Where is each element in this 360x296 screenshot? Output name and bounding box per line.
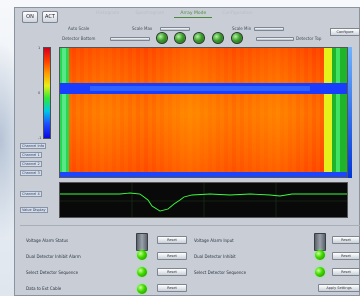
status-led-4 (315, 250, 325, 260)
status-row-label-7: Select Detector Sequence (194, 270, 247, 275)
on-button[interactable]: ON (22, 11, 38, 23)
status-led-5 (315, 267, 325, 277)
status-led-2 (137, 267, 147, 277)
tab-configuration[interactable]: Configuration (216, 10, 259, 18)
toggle-switch-2[interactable] (314, 233, 326, 251)
side-label-channel-2: Channel 2 (20, 161, 42, 167)
scale-max-slider[interactable] (160, 27, 190, 31)
colorbar-tick-mid: 0 (38, 91, 41, 95)
status-row-label-6: Dual Detector Inhibit (194, 254, 236, 259)
colorbar (43, 47, 51, 139)
reset-button-4[interactable]: Reset (157, 284, 187, 292)
tab-histogram[interactable]: Histogram (90, 10, 125, 18)
heatmap-side-bar (348, 47, 352, 178)
status-led-3 (137, 284, 147, 294)
heatmap (59, 47, 348, 178)
colorbar-tick-bottom: -1 (38, 136, 42, 140)
reset-button-3[interactable]: Reset (157, 268, 187, 276)
act-button[interactable]: ACT (42, 11, 58, 23)
side-label-channel-info: Channel Info (20, 143, 47, 149)
detector-bottom-label: Detector Bottom (62, 36, 96, 41)
tab-array-mode[interactable]: Array Mode (174, 10, 213, 18)
auto-scale-label: Auto Scale (68, 26, 90, 31)
side-label-channel-3: Channel 3 (20, 170, 42, 176)
status-row-label-3: Select Detector Sequence (26, 270, 79, 275)
status-row-label-1: Voltage Alarm Status (26, 238, 69, 243)
reset-button-5[interactable]: Reset (332, 236, 360, 244)
reset-button-7[interactable]: Reset (332, 268, 360, 276)
detector-bottom-slider[interactable] (110, 37, 150, 41)
signal-trace-plot (59, 182, 348, 218)
status-led-1 (137, 250, 147, 260)
status-row-label-4: Data to Ext Cable (26, 286, 62, 291)
green-knob-2[interactable] (175, 33, 185, 43)
reset-button-6[interactable]: Reset (332, 252, 360, 260)
status-row-label-5: Voltage Alarm Input (194, 238, 234, 243)
signal-trace-svg (60, 183, 347, 217)
scale-max-label: Scale Max (132, 26, 153, 31)
heatmap-svg (60, 48, 347, 177)
tab-spectrogram[interactable]: Spectrogram (129, 10, 170, 18)
side-label-channel-4: Channel 4 (20, 191, 42, 197)
status-row-label-2: Dual Detector Inhibit Alarm (26, 254, 81, 259)
toggle-switch-1[interactable] (136, 233, 148, 251)
detector-top-slider[interactable] (256, 37, 294, 41)
green-knob-5[interactable] (232, 33, 242, 43)
green-knob-1[interactable] (157, 33, 167, 43)
reset-button-2[interactable]: Reset (157, 252, 187, 260)
green-knob-4[interactable] (213, 33, 223, 43)
tab-bar: Histogram Spectrogram Array Mode Configu… (90, 10, 259, 18)
side-label-channel-1: Channel 1 (20, 152, 42, 158)
detector-top-label: Detector Top (296, 36, 322, 41)
colorbar-tick-top: 1 (38, 46, 41, 50)
side-label-value-display: Value Display (20, 207, 48, 213)
green-knob-3[interactable] (194, 33, 204, 43)
section-divider (20, 225, 360, 226)
apply-settings-button[interactable]: Apply Settings (318, 284, 360, 292)
scale-min-slider[interactable] (254, 27, 284, 31)
reset-button-1[interactable]: Reset (157, 236, 187, 244)
scale-min-label: Scale Min (232, 26, 252, 31)
configure-button[interactable]: Configure (330, 28, 360, 36)
